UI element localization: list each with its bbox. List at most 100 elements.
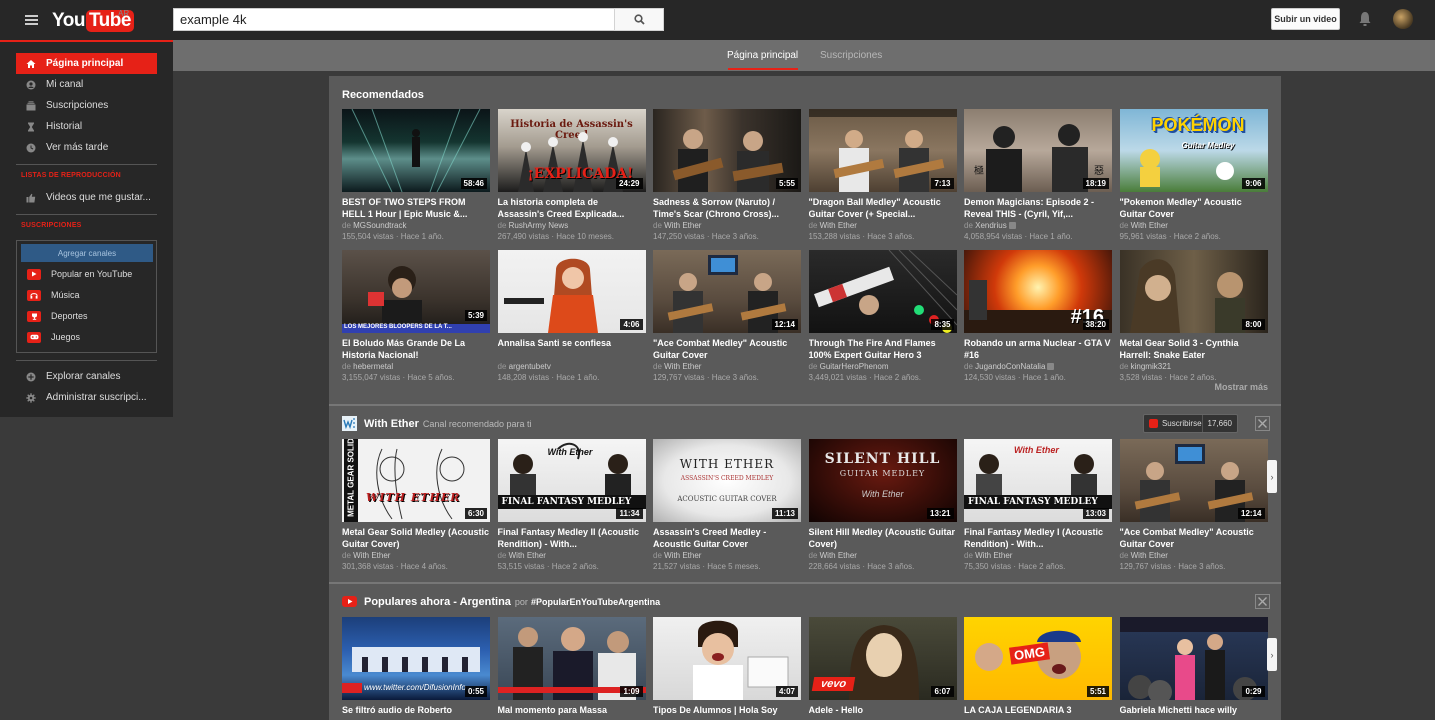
- video-card[interactable]: METAL GEAR SOLID WITH ETHER 6:30 Metal G…: [342, 439, 490, 572]
- video-title[interactable]: Final Fantasy Medley II (Acoustic Rendit…: [498, 526, 646, 550]
- channel-name[interactable]: With Ether: [1131, 221, 1168, 230]
- youtube-logo[interactable]: You Tube AR: [52, 9, 134, 33]
- video-channel[interactable]: de JugandoConNatalia: [964, 361, 1112, 372]
- video-card[interactable]: 5:55 Sadness & Sorrow (Naruto) / Time's …: [653, 109, 801, 242]
- video-thumbnail[interactable]: OMG 5:51: [964, 617, 1112, 700]
- video-thumbnail[interactable]: 58:46: [342, 109, 490, 192]
- video-title[interactable]: Annalisa Santi se confiesa: [498, 337, 646, 361]
- video-title[interactable]: Robando un arma Nuclear - GTA V #16: [964, 337, 1112, 361]
- video-channel[interactable]: de kingmik321: [1120, 361, 1268, 372]
- video-channel[interactable]: de With Ether: [653, 220, 801, 231]
- video-thumbnail[interactable]: www.twitter.com/DifusionInfo 0:55: [342, 617, 490, 700]
- video-channel[interactable]: de GuitarHeroPhenom: [809, 361, 957, 372]
- sidebar-item-liked-videos[interactable]: Videos que me gustar...: [16, 187, 157, 208]
- video-thumbnail[interactable]: With Ether FINAL FANTASY MEDLEY 13:03: [964, 439, 1112, 522]
- channel-name[interactable]: With Ether: [509, 551, 546, 560]
- video-thumbnail[interactable]: SILENT HILL GUITAR MEDLEY With Ether 13:…: [808, 439, 957, 522]
- menu-icon[interactable]: [25, 15, 38, 25]
- video-title[interactable]: Metal Gear Solid Medley (Acoustic Guitar…: [342, 526, 490, 550]
- video-channel[interactable]: de With Ether: [653, 361, 801, 372]
- user-avatar[interactable]: [1393, 9, 1413, 29]
- channel-name[interactable]: RushArmy News: [509, 221, 569, 230]
- section-title-recommended[interactable]: Recomendados: [342, 89, 424, 101]
- video-title[interactable]: Through The Fire And Flames 100% Expert …: [809, 337, 957, 361]
- video-title[interactable]: Demon Magicians: Episode 2 - Reveal THIS…: [964, 196, 1112, 220]
- video-title[interactable]: Assassin's Creed Medley - Acoustic Guita…: [653, 526, 801, 550]
- hashtag-link[interactable]: #PopularEnYouTubeArgentina: [531, 597, 660, 607]
- video-title[interactable]: "Ace Combat Medley" Acoustic Guitar Cove…: [653, 337, 801, 361]
- add-channels-button[interactable]: Agregar canales: [21, 244, 153, 262]
- next-arrow-icon[interactable]: ›: [1267, 638, 1277, 671]
- sidebar-item-history[interactable]: Historial: [16, 116, 157, 137]
- search-field[interactable]: [173, 8, 615, 31]
- video-title[interactable]: Gabriela Michetti hace willy: [1120, 704, 1268, 720]
- channel-popular-youtube[interactable]: Popular en YouTube: [27, 265, 152, 283]
- video-channel[interactable]: de With Ether: [809, 550, 957, 561]
- video-title[interactable]: "Dragon Ball Medley" Acoustic Guitar Cov…: [809, 196, 957, 220]
- channel-name[interactable]: With Ether: [820, 221, 857, 230]
- search-button[interactable]: [614, 8, 664, 31]
- channel-name[interactable]: With Ether: [353, 551, 390, 560]
- video-card[interactable]: WITH ETHER ASSASSIN'S CREED MEDLEY ACOUS…: [653, 439, 801, 572]
- channel-logo-icon[interactable]: [342, 416, 357, 431]
- video-thumbnail[interactable]: 12:14: [653, 250, 801, 333]
- video-thumbnail[interactable]: 4:07: [653, 617, 801, 700]
- video-channel[interactable]: de With Ether: [809, 220, 957, 231]
- video-card[interactable]: www.twitter.com/DifusionInfo 0:55 Se fil…: [342, 617, 490, 720]
- video-card[interactable]: LOS MEJORES BLOOPERS DE LA T... 5:39 El …: [342, 250, 490, 383]
- sidebar-item-subscriptions[interactable]: Suscripciones: [16, 95, 157, 116]
- close-icon[interactable]: [1255, 416, 1270, 431]
- video-channel[interactable]: de With Ether: [653, 550, 801, 561]
- section-title-with-ether[interactable]: With Ether Canal recomendado para ti: [364, 418, 531, 430]
- channel-name[interactable]: With Ether: [664, 551, 701, 560]
- video-title[interactable]: Metal Gear Solid 3 - Cynthia Harrell: Sn…: [1120, 337, 1268, 361]
- channel-name[interactable]: argentubetv: [509, 362, 551, 371]
- video-title[interactable]: Sadness & Sorrow (Naruto) / Time's Scar …: [653, 196, 801, 220]
- video-channel[interactable]: de MGSoundtrack: [342, 220, 490, 231]
- sidebar-item-my-channel[interactable]: Mi canal: [16, 74, 157, 95]
- video-card[interactable]: With Ether FINAL FANTASY MEDLEY 13:03 Fi…: [964, 439, 1112, 572]
- video-thumbnail[interactable]: WITH ETHER ASSASSIN'S CREED MEDLEY ACOUS…: [653, 439, 801, 522]
- video-card[interactable]: 7:13 "Dragon Ball Medley" Acoustic Guita…: [808, 109, 957, 242]
- video-title[interactable]: BEST OF TWO STEPS FROM HELL 1 Hour | Epi…: [342, 196, 490, 220]
- video-thumbnail[interactable]: 7:13: [808, 109, 957, 192]
- video-title[interactable]: Adele - Hello: [809, 704, 957, 720]
- sidebar-item-watch-later[interactable]: Ver más tarde: [16, 137, 157, 158]
- upload-button[interactable]: Subir un video: [1271, 8, 1340, 30]
- channel-name[interactable]: JugandoConNatalia: [975, 362, 1045, 371]
- video-thumbnail[interactable]: LOS MEJORES BLOOPERS DE LA T... 5:39: [342, 250, 490, 333]
- video-title[interactable]: "Ace Combat Medley" Acoustic Guitar Cove…: [1120, 526, 1268, 550]
- sidebar-item-home[interactable]: Página principal: [16, 53, 157, 74]
- channel-name[interactable]: With Ether: [975, 551, 1012, 560]
- channel-name[interactable]: With Ether: [664, 221, 701, 230]
- video-thumbnail[interactable]: 1:09: [497, 617, 646, 700]
- video-title[interactable]: El Boludo Más Grande De La Historia Naci…: [342, 337, 490, 361]
- video-title[interactable]: LA CAJA LEGENDARIA 3: [964, 704, 1112, 720]
- video-thumbnail[interactable]: POKÉMON Guitar Medley 9:06: [1119, 109, 1268, 192]
- video-card[interactable]: 極 惡 18:19 Demon Magicians: Episode 2 - Re…: [964, 109, 1112, 242]
- video-title[interactable]: Final Fantasy Medley I (Acoustic Renditi…: [964, 526, 1112, 550]
- video-thumbnail[interactable]: METAL GEAR SOLID WITH ETHER 6:30: [342, 439, 490, 522]
- video-channel[interactable]: de RushArmy News: [498, 220, 646, 231]
- video-channel[interactable]: de With Ether: [964, 550, 1112, 561]
- video-card[interactable]: 4:07 Tipos De Alumnos | Hola Soy: [653, 617, 801, 720]
- video-card[interactable]: 8:00 Metal Gear Solid 3 - Cynthia Harrel…: [1119, 250, 1268, 383]
- video-thumbnail[interactable]: 12:14: [1119, 439, 1268, 522]
- channel-name[interactable]: MGSoundtrack: [353, 221, 406, 230]
- video-thumbnail[interactable]: 5:55: [653, 109, 801, 192]
- video-card[interactable]: 1:09 Mal momento para Massa: [497, 617, 646, 720]
- tab-home[interactable]: Página principal: [727, 50, 798, 61]
- video-thumbnail[interactable]: Historia de Assassin's Creed ¡EXPLICADA!…: [497, 109, 646, 192]
- show-more-link[interactable]: Mostrar más: [1214, 382, 1268, 392]
- next-arrow-icon[interactable]: ›: [1267, 460, 1277, 493]
- video-title[interactable]: Silent Hill Medley (Acoustic Guitar Cove…: [809, 526, 957, 550]
- channel-name[interactable]: Xendrius: [975, 221, 1007, 230]
- channel-games[interactable]: Juegos: [27, 328, 152, 346]
- video-card[interactable]: 4:06 Annalisa Santi se confiesa de argen…: [497, 250, 646, 383]
- video-title[interactable]: Mal momento para Massa: [498, 704, 646, 720]
- notifications-bell-icon[interactable]: [1358, 11, 1372, 27]
- video-channel[interactable]: de With Ether: [1120, 550, 1268, 561]
- channel-name[interactable]: With Ether: [820, 551, 857, 560]
- video-card[interactable]: 58:46 BEST OF TWO STEPS FROM HELL 1 Hour…: [342, 109, 490, 242]
- channel-name[interactable]: With Ether: [664, 362, 701, 371]
